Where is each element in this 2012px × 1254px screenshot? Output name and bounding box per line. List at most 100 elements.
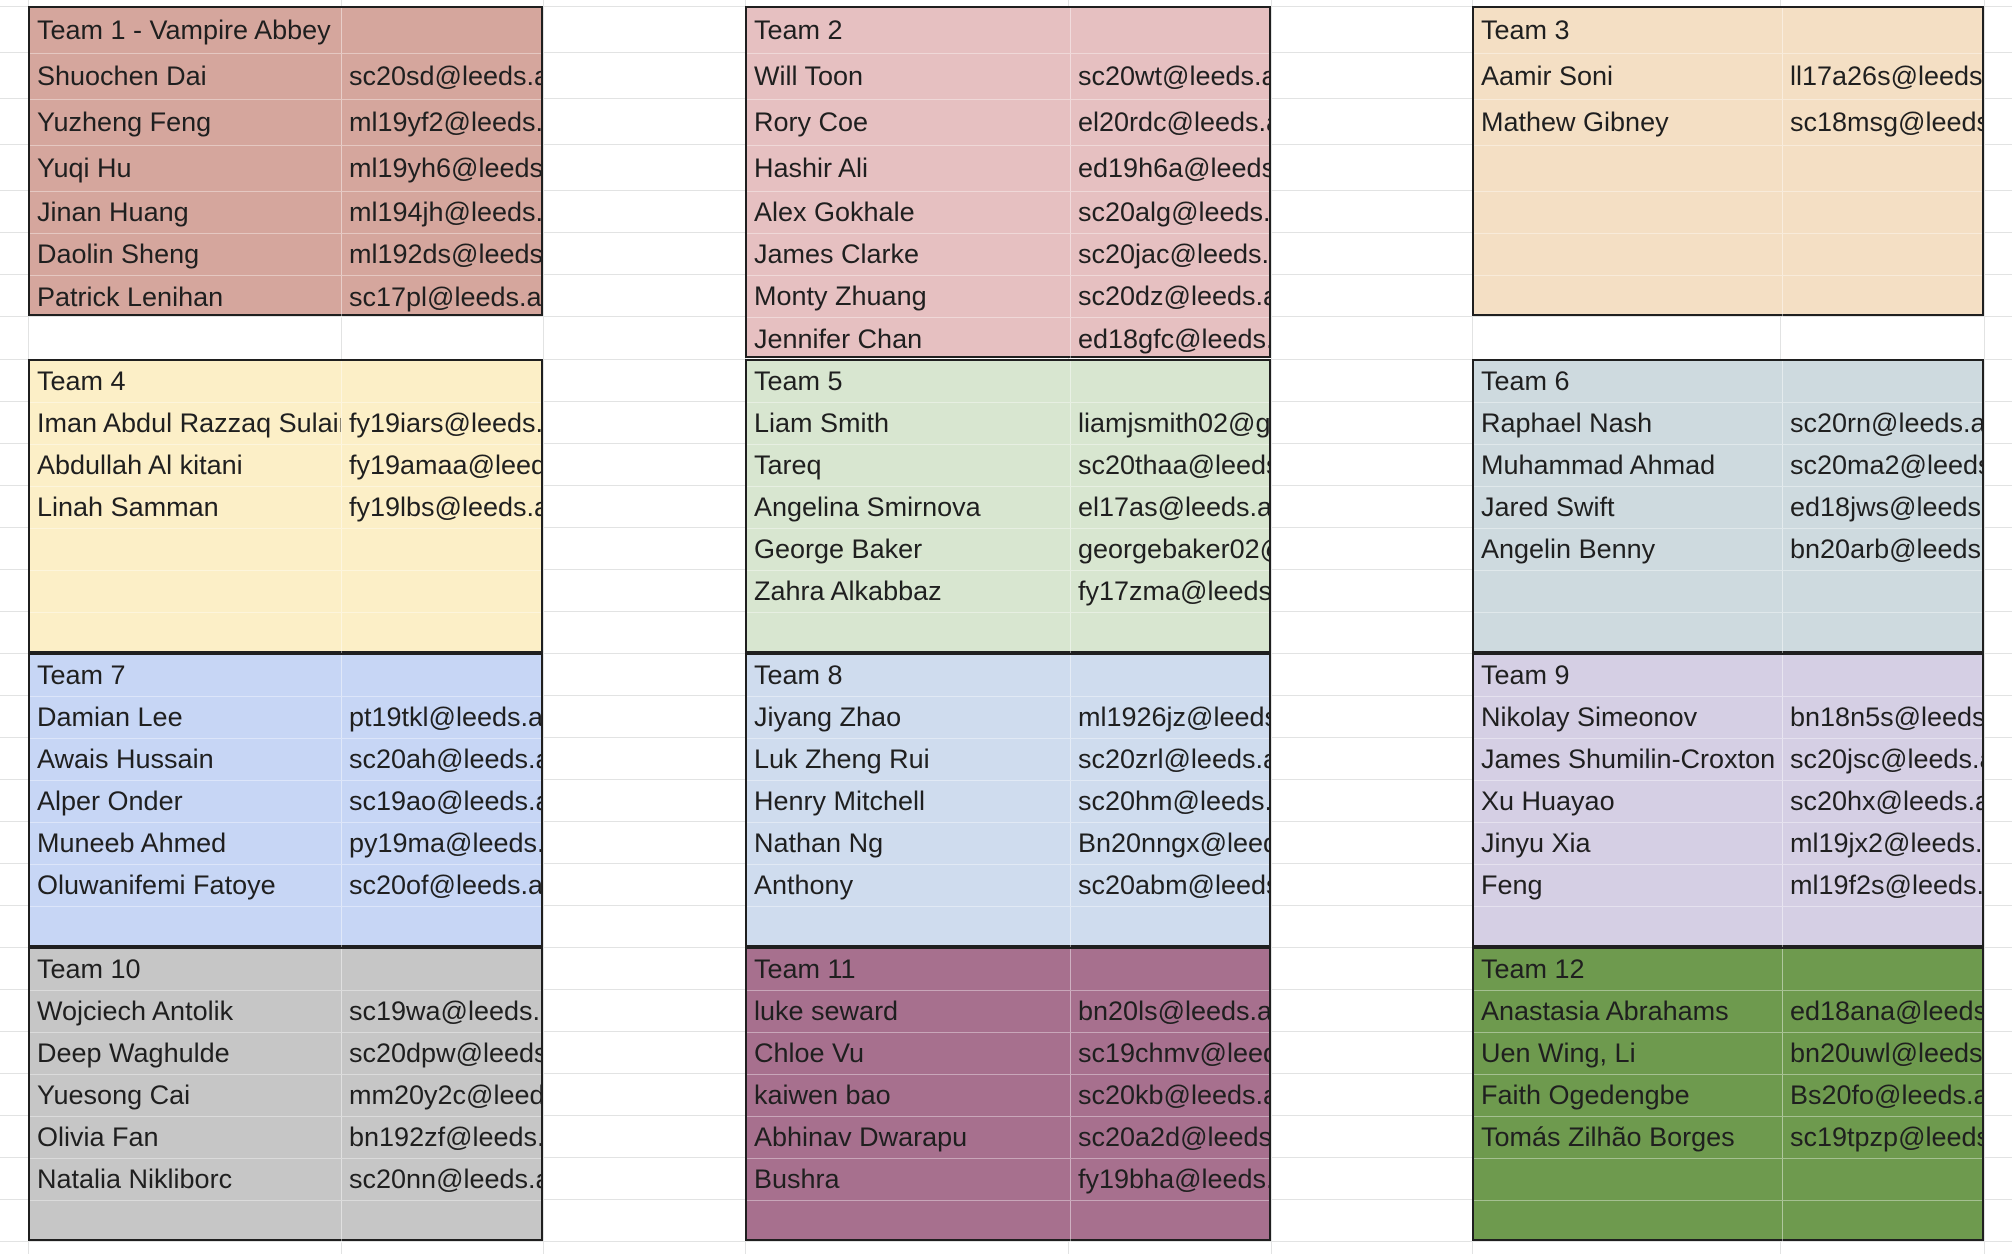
team-title-cell[interactable]: Team 4	[30, 361, 341, 402]
member-email-cell[interactable]: ed19h6a@leeds.ac.uk	[1070, 146, 1269, 191]
member-email-cell[interactable]: fy19bha@leeds.ac.uk	[1070, 1159, 1269, 1200]
member-email-cell[interactable]: ed18jws@leeds.ac.uk	[1782, 487, 1982, 528]
member-email-cell[interactable]: fy19lbs@leeds.ac.uk	[341, 487, 541, 528]
empty-cell[interactable]	[1070, 907, 1269, 949]
member-name-cell[interactable]: Uen Wing, Li	[1474, 1033, 1782, 1074]
team-header-row[interactable]: Team 1 - Vampire Abbey	[30, 8, 541, 54]
member-name-cell[interactable]: Nathan Ng	[747, 823, 1070, 864]
member-email-cell[interactable]: ed18ana@leeds.ac.uk	[1782, 991, 1982, 1032]
member-row[interactable]: Muneeb Ahmedpy19ma@leeds.ac.uk	[30, 823, 541, 865]
team-block[interactable]: Team 11luke sewardbn20ls@leeds.ac.ukChlo…	[745, 947, 1271, 1243]
team-block[interactable]: Team 10Wojciech Antoliksc19wa@leeds.ac.u…	[28, 947, 543, 1243]
member-name-cell[interactable]: Alex Gokhale	[747, 192, 1070, 233]
member-email-cell[interactable]: sc20a2d@leeds.ac.uk	[1070, 1117, 1269, 1158]
empty-cell[interactable]	[1474, 1159, 1782, 1200]
member-email-cell[interactable]: sc20hm@leeds.ac.uk	[1070, 781, 1269, 822]
member-email-cell[interactable]: sc20jac@leeds.ac.uk	[1070, 234, 1269, 275]
team-header-row[interactable]: Team 12	[1474, 949, 1982, 991]
member-email-cell[interactable]: ml19yf2@leeds.ac.uk	[341, 100, 541, 145]
member-row[interactable]: Will Toonsc20wt@leeds.ac.uk	[747, 54, 1269, 100]
member-name-cell[interactable]: Damian Lee	[30, 697, 341, 738]
member-row[interactable]: James Shumilin-Croxtonsc20jsc@leeds.ac.u…	[1474, 739, 1982, 781]
empty-cell[interactable]	[30, 613, 341, 655]
team-header-row[interactable]: Team 10	[30, 949, 541, 991]
empty-row[interactable]	[30, 1201, 541, 1243]
member-name-cell[interactable]: Rory Coe	[747, 100, 1070, 145]
member-name-cell[interactable]: Jinyu Xia	[1474, 823, 1782, 864]
member-row[interactable]: James Clarkesc20jac@leeds.ac.uk	[747, 234, 1269, 276]
empty-row[interactable]	[747, 907, 1269, 949]
member-name-cell[interactable]: Alper Onder	[30, 781, 341, 822]
member-row[interactable]: Deep Waghuldesc20dpw@leeds.ac.uk	[30, 1033, 541, 1075]
member-email-cell[interactable]: Bs20fo@leeds.ac.uk	[1782, 1075, 1982, 1116]
spreadsheet-grid[interactable]: Team 1 - Vampire Abbey Shuochen Dai sc20sd…	[0, 0, 2012, 1254]
member-name-cell[interactable]: Yuqi Hu	[30, 146, 341, 191]
empty-cell[interactable]	[1782, 361, 1982, 402]
team-header-row[interactable]: Team 9	[1474, 655, 1982, 697]
member-email-cell[interactable]: sc20dz@leeds.ac.uk	[1070, 276, 1269, 317]
member-row[interactable]: Uen Wing, Libn20uwl@leeds.ac.uk	[1474, 1033, 1982, 1075]
member-email-cell[interactable]: sc20zrl@leeds.ac.uk	[1070, 739, 1269, 780]
member-name-cell[interactable]: Olivia Fan	[30, 1117, 341, 1158]
empty-cell[interactable]	[1782, 276, 1982, 318]
empty-cell[interactable]	[1782, 655, 1982, 696]
member-row[interactable]: Linah Sammanfy19lbs@leeds.ac.uk	[30, 487, 541, 529]
member-row[interactable]: Bushrafy19bha@leeds.ac.uk	[747, 1159, 1269, 1201]
member-email-cell[interactable]: fy19amaa@leeds.ac.uk	[341, 445, 541, 486]
member-name-cell[interactable]: Jinan Huang	[30, 192, 341, 233]
member-email-cell[interactable]: sc20ma2@leeds.ac.uk	[1782, 445, 1982, 486]
team-header-row[interactable]: Team 2	[747, 8, 1269, 54]
member-email-cell[interactable]: ml1926jz@leeds.ac.uk	[1070, 697, 1269, 738]
member-name-cell[interactable]: Abhinav Dwarapu	[747, 1117, 1070, 1158]
member-row[interactable]: Angelina Smirnovael17as@leeds.ac.uk	[747, 487, 1269, 529]
empty-cell[interactable]	[1782, 613, 1982, 655]
empty-cell[interactable]	[1474, 907, 1782, 949]
member-email-cell[interactable]: sc20alg@leeds.ac.uk	[1070, 192, 1269, 233]
empty-cell[interactable]	[341, 613, 541, 655]
team-block[interactable]: Team 4Iman Abdul Razzaq Sulaimanfy19iars…	[28, 359, 543, 655]
team-block[interactable]: Team 1 - Vampire Abbey Shuochen Dai sc20sd…	[28, 6, 543, 318]
member-email-cell[interactable]: bn20uwl@leeds.ac.uk	[1782, 1033, 1982, 1074]
empty-cell[interactable]	[1474, 571, 1782, 612]
member-name-cell[interactable]: Abdullah Al kitani	[30, 445, 341, 486]
member-email-cell[interactable]: el17as@leeds.ac.uk	[1070, 487, 1269, 528]
team-title-cell[interactable]: Team 12	[1474, 949, 1782, 990]
member-name-cell[interactable]: luke seward	[747, 991, 1070, 1032]
member-row[interactable]: Abdullah Al kitanify19amaa@leeds.ac.uk	[30, 445, 541, 487]
member-email-cell[interactable]: sc19tpzp@leeds.ac.uk	[1782, 1117, 1982, 1158]
member-row[interactable]: Raphael Nashsc20rn@leeds.ac.uk	[1474, 403, 1982, 445]
team-block[interactable]: Team 2Will Toonsc20wt@leeds.ac.ukRory Co…	[745, 6, 1271, 360]
empty-cell[interactable]	[747, 907, 1070, 949]
empty-cell[interactable]	[341, 1201, 541, 1243]
empty-row[interactable]	[1474, 192, 1982, 234]
team-block[interactable]: Team 3Aamir Sonill17a26s@leeds.ac.ukMath…	[1472, 6, 1984, 318]
empty-cell[interactable]	[747, 1201, 1070, 1243]
team-block[interactable]: Team 6Raphael Nashsc20rn@leeds.ac.ukMuha…	[1472, 359, 1984, 655]
member-row[interactable]: Daolin Shengml192ds@leeds.ac.uk	[30, 234, 541, 276]
empty-row[interactable]	[30, 907, 541, 949]
member-name-cell[interactable]: Angelin Benny	[1474, 529, 1782, 570]
team-title-cell[interactable]: Team 2	[747, 8, 1070, 53]
team-header-row[interactable]: Team 5	[747, 361, 1269, 403]
member-row[interactable]: luke sewardbn20ls@leeds.ac.uk	[747, 991, 1269, 1033]
empty-cell[interactable]	[1782, 146, 1982, 191]
team-title-cell[interactable]: Team 7	[30, 655, 341, 696]
member-name-cell[interactable]: Yuzheng Feng	[30, 100, 341, 145]
empty-row[interactable]	[1474, 1159, 1982, 1201]
member-row[interactable]: Yuzheng Fengml19yf2@leeds.ac.uk	[30, 100, 541, 146]
member-email-cell[interactable]: pt19tkl@leeds.ac.uk	[341, 697, 541, 738]
member-row[interactable]: Angelin Bennybn20arb@leeds.ac.uk	[1474, 529, 1982, 571]
member-row[interactable]: Yuesong Caimm20y2c@leeds.ac.uk	[30, 1075, 541, 1117]
member-row[interactable]: Luk Zheng Ruisc20zrl@leeds.ac.uk	[747, 739, 1269, 781]
empty-row[interactable]	[1474, 276, 1982, 318]
member-email-cell[interactable]: sc20jsc@leeds.ac.uk	[1782, 739, 1982, 780]
member-row[interactable]: Nikolay Simeonovbn18n5s@leeds.ac.uk	[1474, 697, 1982, 739]
team-title-cell[interactable]: Team 5	[747, 361, 1070, 402]
member-email-cell[interactable]: ml19jx2@leeds.ac.uk	[1782, 823, 1982, 864]
member-name-cell[interactable]: Henry Mitchell	[747, 781, 1070, 822]
member-email-cell[interactable]: sc20of@leeds.ac.uk	[341, 865, 541, 906]
member-name-cell[interactable]: George Baker	[747, 529, 1070, 570]
member-row[interactable]: Yuqi Huml19yh6@leeds.ac.uk	[30, 146, 541, 192]
member-email-cell[interactable]: sc20dpw@leeds.ac.uk	[341, 1033, 541, 1074]
member-row[interactable]: Abhinav Dwarapusc20a2d@leeds.ac.uk	[747, 1117, 1269, 1159]
